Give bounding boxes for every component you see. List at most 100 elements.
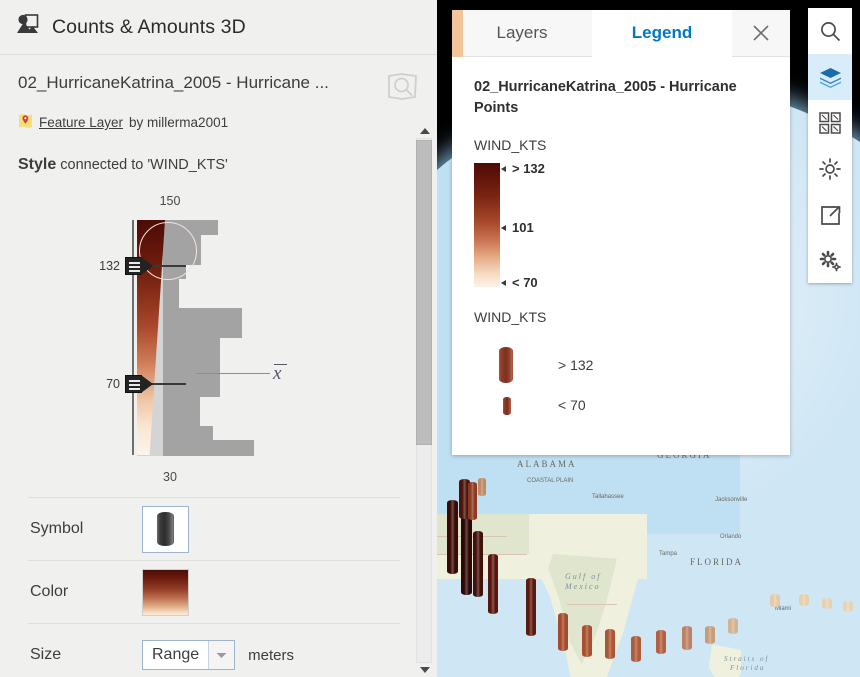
layer-info-block: 02_HurricaneKatrina_2005 - Hurricane ... bbox=[0, 55, 437, 132]
panel-accent-strip bbox=[452, 10, 463, 57]
legend-size-field: WIND_KTS bbox=[474, 309, 547, 326]
size-mode-select[interactable]: Range bbox=[142, 640, 236, 670]
panel-header: Counts & Amounts 3D bbox=[0, 0, 437, 55]
scrollbar-thumb[interactable] bbox=[416, 140, 432, 445]
hurricane-marker[interactable] bbox=[728, 618, 738, 634]
hurricane-marker[interactable] bbox=[631, 636, 641, 662]
rail-item-basemap-gallery[interactable] bbox=[808, 100, 852, 146]
road-line-3 bbox=[567, 604, 617, 605]
rail-item-daylight[interactable] bbox=[808, 146, 852, 192]
image-layer-icon bbox=[16, 14, 39, 40]
daylight-sun-icon bbox=[819, 158, 841, 180]
map-tool-rail bbox=[808, 8, 852, 283]
hurricane-marker[interactable] bbox=[478, 478, 486, 496]
histogram-bar bbox=[163, 322, 243, 339]
upper-handle[interactable] bbox=[125, 257, 155, 275]
map-label: Gulf of bbox=[565, 572, 602, 581]
settings-gear-icon bbox=[819, 250, 841, 272]
upper-handle-value: 132 bbox=[99, 259, 120, 273]
size-mode-value: Range bbox=[152, 646, 200, 663]
hurricane-marker[interactable] bbox=[488, 554, 498, 614]
hurricane-marker[interactable] bbox=[447, 500, 458, 574]
hurricane-marker[interactable] bbox=[682, 626, 692, 650]
app-root: Counts & Amounts 3D 02_HurricaneKatrina_… bbox=[0, 0, 860, 677]
map-label: Florida bbox=[730, 664, 766, 672]
map-label: FLORIDA bbox=[690, 557, 744, 567]
ramp-label-high: > 132 bbox=[512, 161, 545, 177]
ramp-tick-low bbox=[501, 280, 506, 287]
hurricane-marker[interactable] bbox=[770, 594, 780, 607]
histogram-bar bbox=[163, 308, 243, 324]
hurricane-marker[interactable] bbox=[843, 601, 853, 612]
map-label: Tampa bbox=[659, 551, 678, 557]
zoom-to-layer-icon[interactable] bbox=[385, 71, 421, 108]
rail-item-share[interactable] bbox=[808, 192, 852, 238]
chevron-down-icon[interactable] bbox=[208, 641, 235, 669]
histogram-bar bbox=[163, 337, 220, 353]
hurricane-marker[interactable] bbox=[605, 629, 615, 659]
style-heading: Style connected to 'WIND_KTS' bbox=[0, 132, 437, 174]
histogram-bar bbox=[163, 425, 214, 441]
search-icon bbox=[820, 21, 840, 41]
histogram-bar bbox=[163, 396, 200, 412]
style-label: Style bbox=[18, 156, 57, 173]
histogram-bar bbox=[163, 440, 255, 456]
size-legend-cylinder-small bbox=[503, 397, 511, 416]
histogram-bar bbox=[163, 410, 200, 427]
hurricane-marker[interactable] bbox=[705, 626, 715, 644]
map-view[interactable]: ALABAMA GEORGIA FLORIDA Gulf of Mexico Strait… bbox=[437, 0, 860, 677]
scroll-down-arrow-icon[interactable] bbox=[420, 667, 430, 673]
close-panel-button[interactable] bbox=[732, 10, 790, 57]
rail-item-search[interactable] bbox=[808, 8, 852, 54]
legend-size-items: > 132 < 70 bbox=[474, 339, 768, 435]
scroll-up-arrow-icon[interactable] bbox=[420, 128, 430, 134]
legend-color-field: WIND_KTS bbox=[474, 137, 547, 154]
map-label: Straits of bbox=[724, 655, 770, 663]
hurricane-marker[interactable] bbox=[526, 578, 536, 636]
legend-color-ramp: > 132 101 < 70 bbox=[474, 161, 768, 291]
ramp-label-mid: 101 bbox=[512, 220, 534, 236]
hurricane-marker[interactable] bbox=[656, 630, 666, 654]
histogram-bar bbox=[163, 366, 220, 383]
histogram-bar bbox=[163, 278, 180, 295]
histogram-slider[interactable]: 150 30 132 70 x bbox=[0, 180, 437, 490]
histogram-max-label: 150 bbox=[159, 194, 181, 208]
hurricane-marker[interactable] bbox=[558, 613, 568, 651]
symbol-label: Symbol bbox=[30, 520, 84, 537]
size-legend-cylinder-large bbox=[499, 347, 513, 384]
hurricane-marker[interactable] bbox=[461, 515, 472, 595]
feature-layer-link[interactable]: Feature Layer bbox=[39, 115, 123, 130]
hurricane-marker[interactable] bbox=[468, 482, 477, 520]
cylinder-3d-symbol bbox=[157, 512, 174, 546]
hurricane-marker[interactable] bbox=[799, 594, 809, 606]
tab-legend[interactable]: Legend bbox=[592, 10, 732, 57]
panel-scrollbar[interactable] bbox=[411, 124, 437, 677]
hurricane-marker[interactable] bbox=[582, 625, 592, 657]
size-unit-label: meters bbox=[248, 646, 294, 664]
size-row: Size Range meters bbox=[28, 623, 400, 677]
tab-layers[interactable]: Layers bbox=[452, 10, 592, 57]
map-label: Jacksonville bbox=[715, 497, 748, 503]
rail-item-settings[interactable] bbox=[808, 238, 852, 284]
style-options-list: Symbol Color Size Range meters bbox=[0, 497, 400, 677]
lower-handle-value: 70 bbox=[106, 377, 120, 391]
slider-track[interactable] bbox=[132, 220, 134, 455]
layers-icon bbox=[819, 67, 841, 88]
close-icon bbox=[753, 25, 769, 41]
color-row: Color bbox=[28, 560, 400, 623]
mean-marker-label: x bbox=[273, 363, 287, 385]
legend-tabstrip: Layers Legend bbox=[452, 10, 790, 57]
map-label: COASTAL PLAIN bbox=[527, 478, 574, 484]
map-label: ALABAMA bbox=[517, 459, 577, 469]
legend-panel: Layers Legend 02_HurricaneKatrina_2005 -… bbox=[452, 10, 790, 455]
feature-layer-icon bbox=[18, 113, 33, 132]
symbol-swatch-button[interactable] bbox=[142, 505, 189, 553]
size-legend-label-small: < 70 bbox=[558, 397, 586, 414]
color-ramp-swatch-button[interactable] bbox=[142, 568, 189, 616]
hurricane-marker[interactable] bbox=[473, 531, 483, 597]
hurricane-marker[interactable] bbox=[822, 598, 832, 609]
rail-item-layers[interactable] bbox=[808, 54, 852, 100]
map-label: Miami bbox=[775, 606, 791, 612]
map-label: Mexico bbox=[565, 582, 601, 591]
lower-handle[interactable] bbox=[125, 375, 155, 393]
